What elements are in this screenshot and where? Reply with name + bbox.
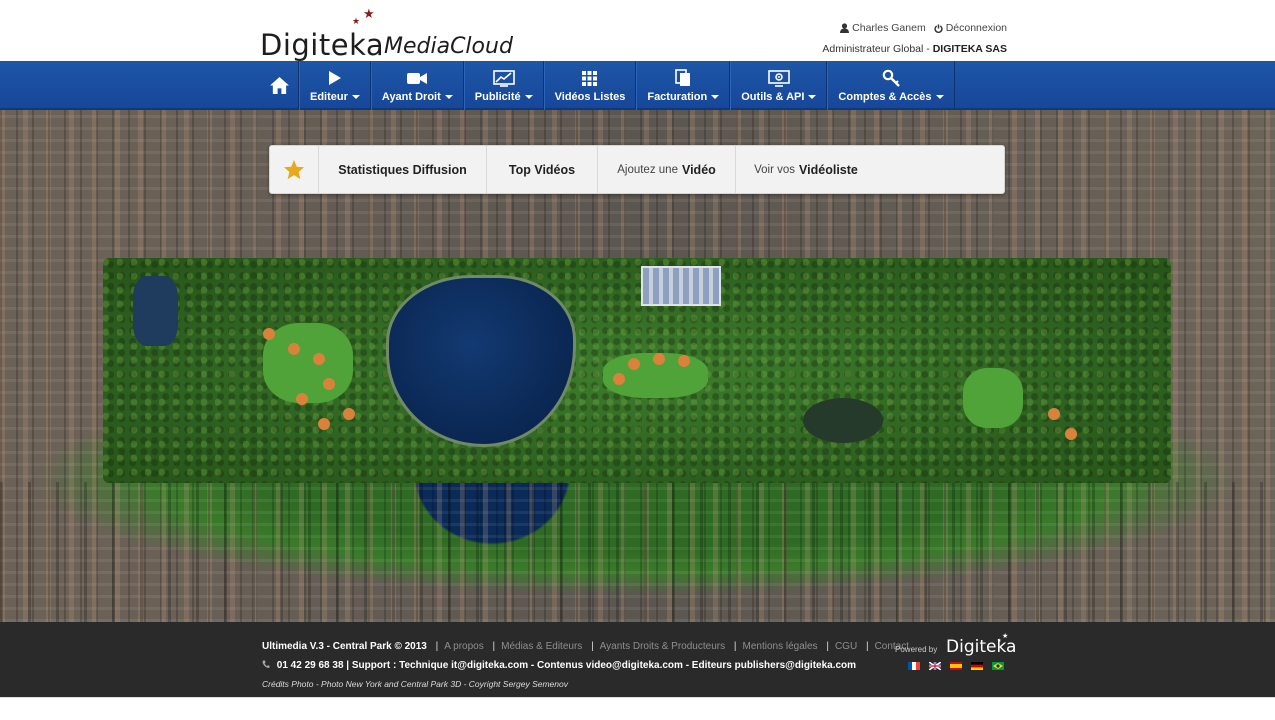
view-videolist-prefix: Voir vos	[754, 163, 796, 176]
logo-star-icon: ★	[1002, 633, 1009, 640]
uk-flag-icon[interactable]	[929, 662, 941, 670]
caret-down-icon	[711, 95, 720, 100]
footer-contenus: - Contenus	[530, 660, 584, 671]
nav-publicite[interactable]: Publicité	[463, 61, 544, 110]
br-flag-icon[interactable]	[992, 662, 1004, 670]
logo-star-icon: ★	[997, 638, 1002, 644]
museum-shape	[641, 266, 721, 306]
footer-contenus-email[interactable]: video@digiteka.com	[586, 660, 683, 671]
top-videos-link[interactable]: Top Vidéos	[487, 146, 598, 193]
powered-by-brand: Digiteka	[946, 637, 1017, 657]
view-videolist-label: Vidéoliste	[799, 162, 858, 177]
logo-product: MediaCloud	[384, 34, 513, 59]
documents-icon	[675, 69, 691, 86]
add-video-label: Vidéo	[681, 162, 716, 177]
footer-version: Ultimedia V.3 - Central Park © 2013	[262, 641, 427, 652]
logout-label: Déconnexion	[945, 22, 1007, 34]
home-icon	[269, 76, 289, 95]
nav-editeur[interactable]: Editeur	[299, 61, 371, 110]
star-icon	[283, 159, 305, 180]
nav-facturation-label: Facturation	[647, 91, 708, 103]
language-flags	[908, 662, 1004, 670]
footer-tech-email[interactable]: it@digiteka.com	[451, 660, 528, 671]
logo-star-icon: ★	[363, 6, 375, 21]
top-videos-label: Top Vidéos	[508, 162, 576, 177]
footer-link-medias[interactable]: Médias & Editeurs	[501, 641, 582, 652]
logo-brand: Digiteka	[260, 28, 385, 62]
user-icon	[840, 23, 850, 33]
central-park-illustration	[103, 258, 1171, 483]
stats-diffusion-link[interactable]: Statistiques Diffusion	[319, 146, 487, 193]
footer-links: Ultimedia V.3 - Central Park © 2013 | A p…	[262, 641, 910, 652]
footer-link-cgu[interactable]: CGU	[835, 641, 857, 652]
caret-down-icon	[935, 95, 944, 100]
nav-facturation[interactable]: Facturation	[636, 61, 731, 110]
play-icon	[328, 71, 341, 85]
caret-down-icon	[524, 95, 533, 100]
nav-videos-listes[interactable]: Vidéos Listes	[543, 61, 637, 110]
user-profile-link[interactable]: Charles Ganem	[840, 22, 926, 34]
power-icon	[934, 23, 943, 33]
nav-comptes-acces[interactable]: Comptes & Accès	[827, 61, 955, 110]
nav-comptes-acces-label: Comptes & Accès	[838, 91, 932, 103]
footer-phone: 01 42 29 68 38	[276, 660, 344, 671]
caret-down-icon	[351, 95, 360, 100]
footer-editeurs-email[interactable]: publishers@digiteka.com	[735, 660, 856, 671]
add-video-prefix: Ajoutez une	[617, 163, 678, 176]
nav-ayant-droit-label: Ayant Droit	[381, 91, 441, 103]
footer-link-ayants-droits[interactable]: Ayants Droits & Producteurs	[600, 641, 725, 652]
role-label: Administrateur Global	[822, 43, 924, 55]
caret-down-icon	[444, 95, 453, 100]
monitor-gear-icon	[768, 69, 790, 87]
es-flag-icon[interactable]	[950, 662, 962, 670]
footer-photo-credits: Crédits Photo - Photo New York and Centr…	[262, 679, 568, 689]
powered-by-label: Powered by	[895, 645, 938, 654]
fr-flag-icon[interactable]	[908, 662, 920, 670]
quick-actions-bar: Statistiques Diffusion Top Vidéos Ajoute…	[269, 145, 1005, 194]
logo-star-icon: ★	[352, 16, 361, 26]
nav-ayant-droit[interactable]: Ayant Droit	[370, 61, 464, 110]
footer-link-apropos[interactable]: A propos	[444, 641, 483, 652]
nav-outils-api-label: Outils & API	[741, 91, 805, 103]
footer-editeurs: - Editeurs	[685, 660, 732, 671]
stats-diffusion-label: Statistiques Diffusion	[338, 162, 467, 177]
user-name: Charles Ganem	[852, 22, 926, 34]
main-nav: Editeur Ayant Droit Publicité Vidéos Lis…	[0, 61, 1275, 110]
company-name: DIGITEKA SAS	[932, 43, 1007, 55]
footer: Ultimedia V.3 - Central Park © 2013 | A p…	[0, 622, 1275, 697]
account-info: Administrateur Global - DIGITEKA SAS	[822, 43, 1007, 55]
favorites-button[interactable]	[270, 146, 319, 193]
user-links: Charles Ganem Déconnexion	[840, 22, 1007, 34]
nav-publicite-label: Publicité	[474, 91, 521, 103]
nav-editeur-label: Editeur	[310, 91, 348, 103]
video-camera-icon	[407, 72, 428, 84]
caret-down-icon	[808, 95, 817, 100]
chart-screen-icon	[492, 69, 515, 87]
logout-link[interactable]: Déconnexion	[934, 22, 1007, 34]
footer-support: | Support : Technique	[346, 660, 449, 671]
de-flag-icon[interactable]	[971, 662, 983, 670]
key-icon	[882, 69, 900, 87]
add-video-link[interactable]: Ajoutez une Vidéo	[598, 146, 736, 193]
nav-outils-api[interactable]: Outils & API	[730, 61, 828, 110]
nav-videos-listes-label: Vidéos Listes	[554, 91, 626, 103]
digiteka-logo[interactable]: ★ ★ Digiteka MediaCloud	[260, 6, 513, 62]
footer-link-mentions[interactable]: Mentions légales	[743, 641, 818, 652]
page-bottom	[0, 697, 1275, 720]
header: ★ ★ Digiteka MediaCloud Charles Ganem Dé…	[0, 0, 1275, 62]
grid-icon	[582, 70, 598, 86]
phone-icon	[262, 660, 270, 668]
hero-background-image: Statistiques Diffusion Top Vidéos Ajoute…	[0, 110, 1275, 622]
nav-home[interactable]	[260, 61, 299, 110]
view-videolist-link[interactable]: Voir vos Vidéoliste	[736, 146, 876, 193]
footer-contact: 01 42 29 68 38 | Support : Technique it@…	[262, 660, 856, 671]
